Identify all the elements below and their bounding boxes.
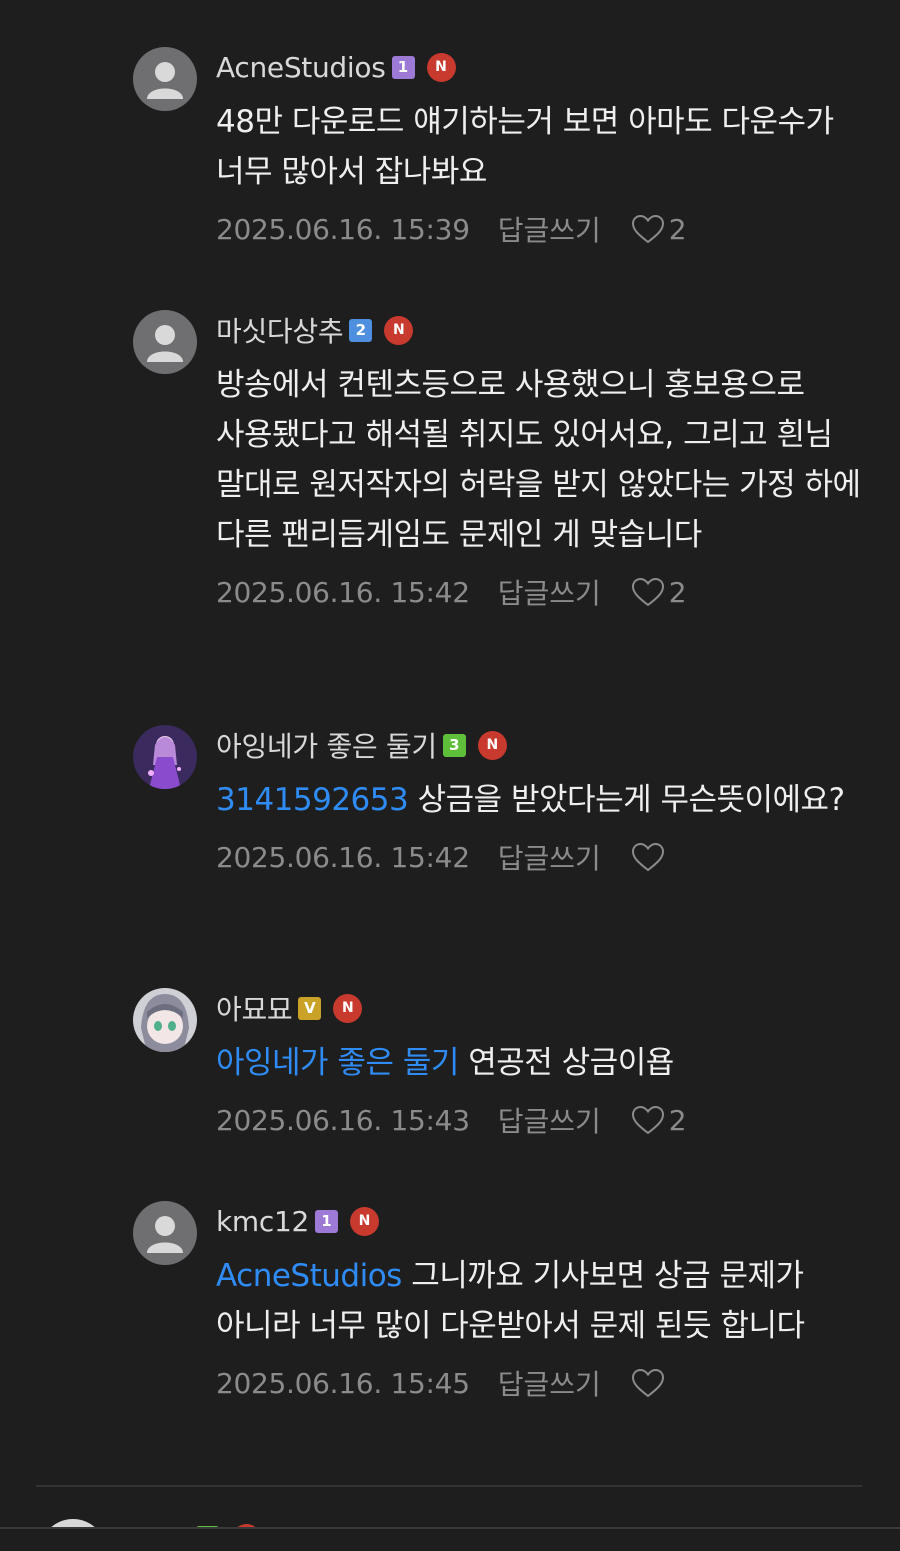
like-count: 2	[668, 575, 687, 609]
comment-timestamp: 2025.06.16. 15:43	[216, 1103, 470, 1137]
mention-link[interactable]: 3141592653	[216, 782, 409, 818]
heart-icon	[631, 842, 664, 872]
default-avatar-icon[interactable]	[133, 1201, 197, 1265]
like-count: 2	[668, 212, 687, 246]
default-avatar-icon[interactable]	[133, 310, 197, 374]
like-button[interactable]: 2	[631, 1104, 687, 1137]
new-badge: N	[350, 1206, 380, 1236]
heart-icon	[631, 577, 664, 607]
comment-text: 48만 다운로드 얘기하는거 보면 아마도 다운수가 너무 많아서 잡나봐요	[216, 97, 866, 197]
new-badge: N	[477, 730, 507, 760]
comment-username[interactable]: 아잉네가 좋은 둘기	[216, 725, 437, 765]
new-badge: N	[426, 52, 456, 82]
new-badge: N	[333, 993, 363, 1023]
comment-body-text: 48만 다운로드 얘기하는거 보면 아마도 다운수가 너무 많아서 잡나봐요	[216, 104, 834, 190]
level-badge: V	[298, 996, 322, 1020]
like-count: 2	[668, 1103, 687, 1137]
heart-icon	[631, 1105, 664, 1135]
level-badge: 2	[349, 318, 373, 342]
like-button[interactable]: 2	[631, 213, 687, 246]
comment-separator	[36, 1485, 862, 1487]
anime-profile-avatar[interactable]	[133, 725, 197, 789]
reply-button[interactable]: 답글쓰기	[498, 572, 601, 612]
new-badge: N	[384, 315, 414, 345]
like-button[interactable]	[631, 1368, 669, 1398]
bottom-bar	[0, 1527, 900, 1551]
comment-text: AcneStudios 그니까요 기사보면 상금 문제가 아니라 너무 많이 다…	[216, 1251, 866, 1351]
reply-button[interactable]: 답글쓰기	[498, 837, 601, 877]
comment-username[interactable]: 마싯다상추	[216, 310, 344, 350]
reply-button[interactable]: 답글쓰기	[498, 1100, 601, 1140]
comment-timestamp: 2025.06.16. 15:39	[216, 212, 470, 246]
anime-girl-avatar[interactable]	[133, 988, 197, 1052]
comment-text: 아잉네가 좋은 둘기 연공전 상금이욥	[216, 1038, 866, 1088]
comment-timestamp: 2025.06.16. 15:45	[216, 1366, 470, 1400]
mention-link[interactable]: AcneStudios	[216, 1258, 402, 1294]
level-badge: 3	[442, 733, 466, 757]
comment-body-text: 방송에서 컨텐츠등으로 사용했으니 홍보용으로 사용됐다고 해석될 취지도 있어…	[216, 367, 861, 553]
level-badge: 1	[391, 55, 415, 79]
comment-text: 방송에서 컨텐츠등으로 사용했으니 홍보용으로 사용됐다고 해석될 취지도 있어…	[216, 360, 866, 560]
reply-button[interactable]: 답글쓰기	[498, 209, 601, 249]
comment-timestamp: 2025.06.16. 15:42	[216, 840, 470, 874]
reply-button[interactable]: 답글쓰기	[498, 1363, 601, 1403]
default-avatar-icon[interactable]	[133, 47, 197, 111]
level-badge: 1	[315, 1209, 339, 1233]
like-button[interactable]: 2	[631, 576, 687, 609]
comment-text: 3141592653 상금을 받았다는게 무슨뜻이에요?	[216, 775, 866, 825]
like-button[interactable]	[631, 842, 669, 872]
comment-username[interactable]: AcneStudios	[216, 51, 386, 84]
heart-icon	[631, 1368, 664, 1398]
comment-timestamp: 2025.06.16. 15:42	[216, 575, 470, 609]
comment-username[interactable]: kmc12	[216, 1205, 309, 1238]
mention-link[interactable]: 아잉네가 좋은 둘기	[216, 1045, 459, 1081]
comment-username[interactable]: 아묘묘	[216, 988, 293, 1028]
heart-icon	[631, 214, 664, 244]
comment-body-text: 상금을 받았다는게 무슨뜻이에요?	[417, 782, 845, 818]
comment-body-text: 연공전 상금이욥	[468, 1045, 674, 1081]
